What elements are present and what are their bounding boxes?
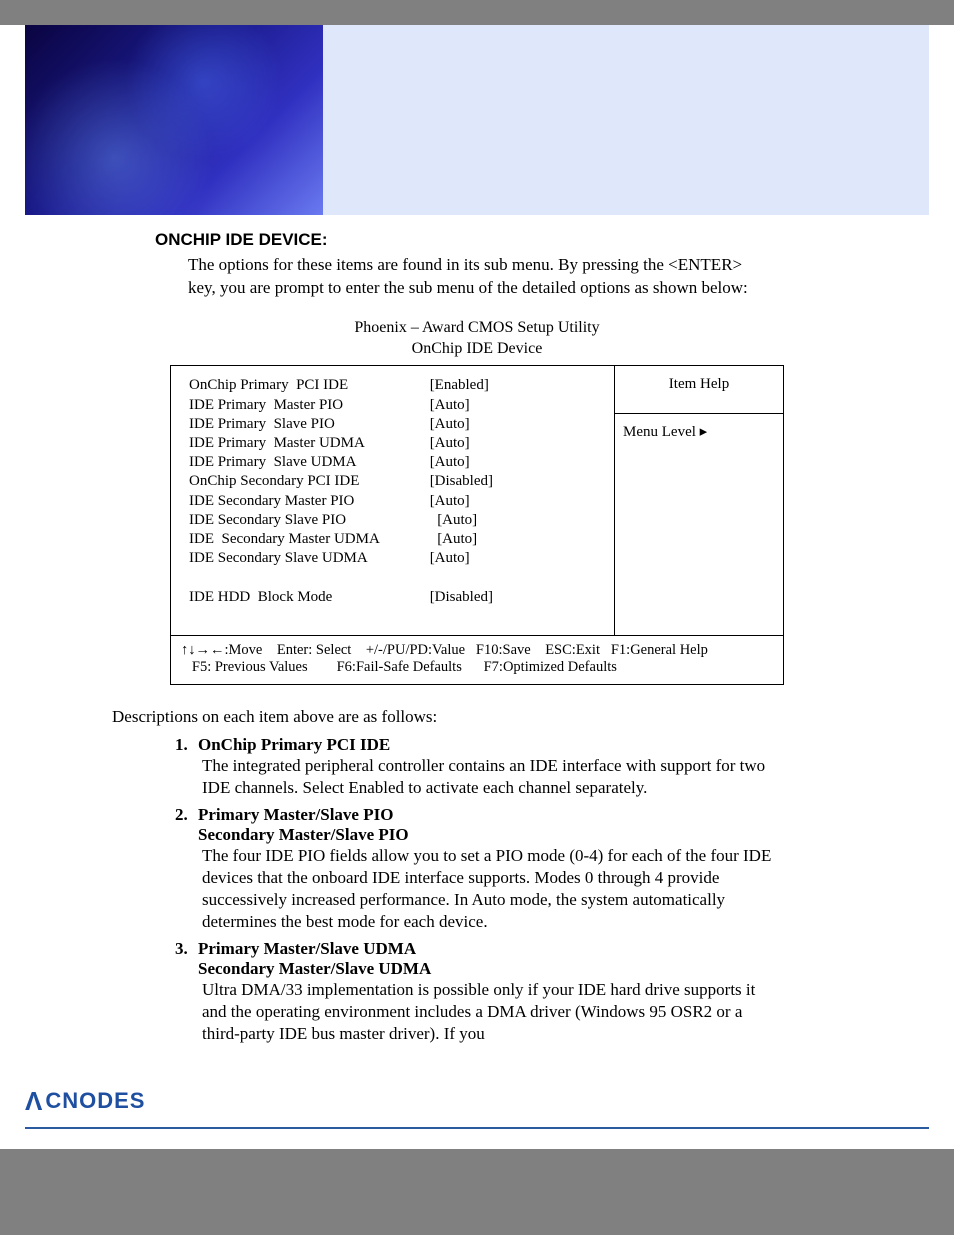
description-item: Primary Master/Slave PIOSecondary Master… <box>192 805 784 933</box>
bios-option-label: IDE Secondary Master UDMA <box>189 530 430 549</box>
bios-option-label: OnChip Secondary PCI IDE <box>189 472 430 491</box>
main-content: ONCHIP IDE DEVICE: The options for these… <box>0 230 954 1046</box>
bios-menu-level-panel: Menu Level ▸ <box>614 414 784 635</box>
section-heading: ONCHIP IDE DEVICE: <box>155 230 894 250</box>
description-item-body: The integrated peripheral controller con… <box>202 755 784 799</box>
descriptions-intro: Descriptions on each item above are as f… <box>112 707 834 727</box>
description-item: Primary Master/Slave UDMASecondary Maste… <box>192 939 784 1045</box>
bios-option-value: [Auto] <box>430 434 604 453</box>
bios-option-label: IDE Primary Master UDMA <box>189 434 430 453</box>
bios-item-help-panel: Item Help <box>614 365 784 414</box>
bios-option-label: IDE Primary Slave UDMA <box>189 453 430 472</box>
bios-option-value: [Auto] <box>430 549 604 568</box>
bios-option-value: [Auto] <box>430 530 604 549</box>
bios-option-label: IDE Primary Master PIO <box>189 396 430 415</box>
page-footer: ΛCNODES <box>25 1076 929 1129</box>
bios-option-value <box>430 568 604 587</box>
logo-lambda-icon: Λ <box>25 1086 43 1117</box>
description-item-title: Primary Master/Slave PIO <box>198 805 784 825</box>
document-page: ONCHIP IDE DEVICE: The options for these… <box>0 25 954 1149</box>
bios-title: Phoenix – Award CMOS Setup Utility OnChi… <box>60 318 894 360</box>
bios-option-value: [Auto] <box>430 511 604 530</box>
bios-option-label: IDE Primary Slave PIO <box>189 415 430 434</box>
bios-option-value: [Auto] <box>430 415 604 434</box>
bios-option-value: [Enabled] <box>430 376 604 395</box>
bios-options-panel: OnChip Primary PCI IDEIDE Primary Master… <box>170 365 614 635</box>
bios-item-help-title: Item Help <box>669 376 729 392</box>
description-item-body: Ultra DMA/33 implementation is possible … <box>202 979 784 1045</box>
bios-option-value: [Disabled] <box>430 472 604 491</box>
footer-divider <box>25 1127 929 1129</box>
bios-option-label: OnChip Primary PCI IDE <box>189 376 430 395</box>
bios-key-legend-line1: ↑↓→←:Move Enter: Select +/-/PU/PD:Value … <box>181 642 773 659</box>
bios-option-value: [Disabled] <box>430 588 604 607</box>
acnodes-logo: ΛCNODES <box>25 1086 145 1117</box>
bios-menu-level-label: Menu Level ▸ <box>623 424 707 440</box>
bios-option-label <box>189 568 430 587</box>
descriptions-list: OnChip Primary PCI IDEThe integrated per… <box>170 735 784 1046</box>
header-banner-image <box>25 25 929 215</box>
bios-option-label: IDE Secondary Master PIO <box>189 492 430 511</box>
logo-text: CNODES <box>45 1088 145 1114</box>
description-item: OnChip Primary PCI IDEThe integrated per… <box>192 735 784 799</box>
bios-option-value: [Auto] <box>430 396 604 415</box>
description-item-body: The four IDE PIO fields allow you to set… <box>202 845 784 933</box>
bios-key-legend-line2: F5: Previous Values F6:Fail-Safe Default… <box>181 659 773 676</box>
description-item-title: Secondary Master/Slave PIO <box>198 825 784 845</box>
description-item-title: OnChip Primary PCI IDE <box>198 735 784 755</box>
bios-option-value: [Auto] <box>430 492 604 511</box>
intro-paragraph: The options for these items are found in… <box>188 254 774 300</box>
bios-option-value: [Auto] <box>430 453 604 472</box>
bios-key-legend: ↑↓→←:Move Enter: Select +/-/PU/PD:Value … <box>170 635 784 685</box>
bios-option-label: IDE HDD Block Mode <box>189 588 430 607</box>
description-item-title: Primary Master/Slave UDMA <box>198 939 784 959</box>
bios-option-label: IDE Secondary Slave UDMA <box>189 549 430 568</box>
bios-setup-panel: OnChip Primary PCI IDEIDE Primary Master… <box>170 365 784 684</box>
description-item-title: Secondary Master/Slave UDMA <box>198 959 784 979</box>
bios-option-label: IDE Secondary Slave PIO <box>189 511 430 530</box>
bios-title-line1: Phoenix – Award CMOS Setup Utility <box>60 318 894 339</box>
bios-title-line2: OnChip IDE Device <box>60 339 894 360</box>
